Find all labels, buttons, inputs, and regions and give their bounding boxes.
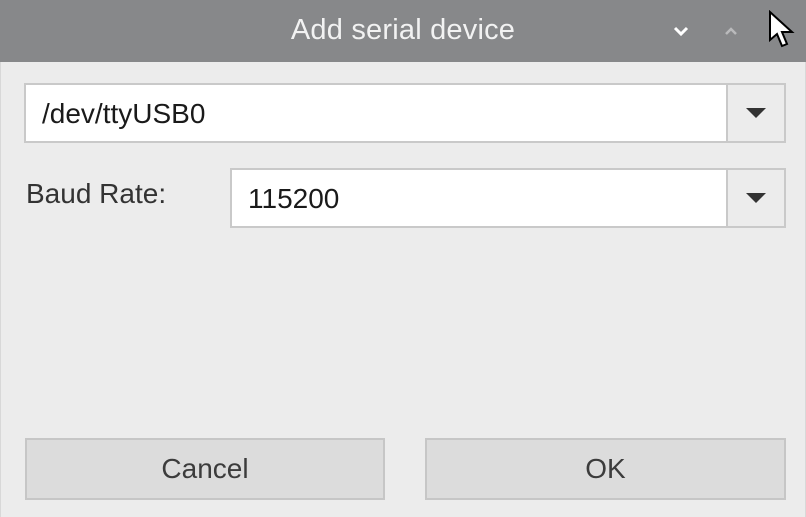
title-bar[interactable]: Add serial device: [0, 0, 806, 62]
cancel-button[interactable]: Cancel: [25, 438, 385, 500]
maximize-button[interactable]: [718, 18, 744, 44]
baud-rate-dropdown-button[interactable]: [726, 170, 784, 226]
baud-rate-combobox[interactable]: 115200: [230, 168, 786, 228]
chevron-down-icon: [673, 26, 689, 37]
triangle-down-icon: [746, 193, 766, 203]
minimize-button[interactable]: [668, 18, 694, 44]
baud-rate-label: Baud Rate:: [26, 178, 167, 209]
device-dropdown-button[interactable]: [726, 85, 784, 141]
ok-button[interactable]: OK: [425, 438, 786, 500]
device-combobox[interactable]: /dev/ttyUSB0: [24, 83, 786, 143]
chevron-up-icon: [725, 27, 737, 35]
mouse-pointer-icon: [769, 10, 795, 48]
device-value: /dev/ttyUSB0: [42, 98, 206, 129]
baud-rate-value: 115200: [248, 183, 340, 214]
triangle-down-icon: [746, 108, 766, 118]
